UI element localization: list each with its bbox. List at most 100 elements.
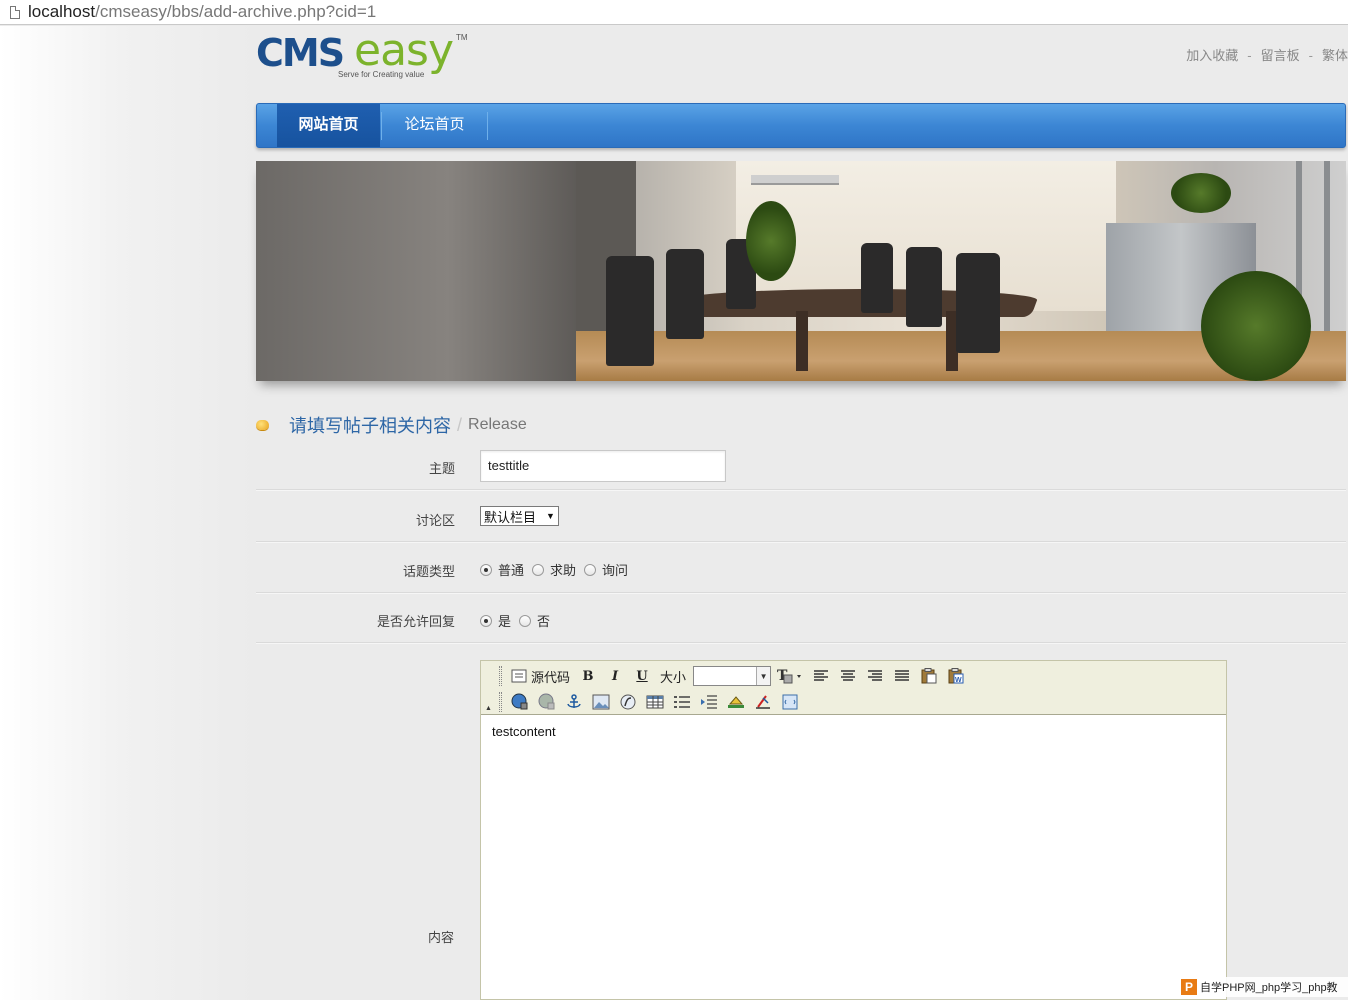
banner-table-leg (796, 311, 808, 371)
bold-button[interactable]: B (577, 665, 599, 687)
editor-content-area[interactable]: testcontent (481, 716, 1226, 999)
site-logo[interactable]: CMS easy TM Serve for Creating value (256, 29, 471, 83)
align-left-icon (814, 670, 829, 681)
banner-plant (1201, 271, 1311, 381)
section-title: 请填写帖子相关内容 (289, 416, 451, 436)
banner-chair (666, 249, 704, 339)
allow-reply-option-yes[interactable]: 是 (480, 611, 511, 630)
flash-button[interactable] (617, 691, 639, 713)
radio-label: 询问 (602, 563, 629, 578)
radio-label: 普通 (498, 563, 525, 578)
flash-icon (620, 694, 636, 710)
align-right-icon (868, 670, 883, 681)
forum-select[interactable]: 默认栏目 ▼ (480, 506, 559, 526)
text-color-button[interactable]: T (777, 665, 805, 687)
unlink-icon (538, 693, 555, 710)
underline-button[interactable]: U (631, 665, 653, 687)
table-button[interactable] (644, 691, 666, 713)
topic-type-option-normal[interactable]: 普通 (480, 560, 524, 579)
link-icon (511, 693, 528, 710)
banner-lamp (751, 175, 839, 183)
form-row-allow-reply: 是否允许回复 是 否 (256, 594, 1346, 643)
logo-cms: CMS (256, 31, 345, 75)
text-color-icon: T (777, 668, 802, 684)
paste-button[interactable] (918, 665, 940, 687)
indent-icon (701, 695, 717, 709)
dropdown-arrow-icon: ▼ (546, 511, 555, 521)
font-size-label: 大小 (660, 669, 687, 685)
collapse-toolbar-icon[interactable]: ▲ (485, 705, 492, 712)
radio-button[interactable] (584, 563, 597, 576)
fullscreen-icon (782, 694, 798, 710)
link-button[interactable] (509, 691, 531, 713)
nav-divider (487, 112, 488, 140)
table-icon (646, 695, 664, 709)
allow-reply-radios: 是 否 (480, 611, 558, 630)
anchor-button[interactable] (563, 691, 585, 713)
radio-label: 否 (537, 614, 551, 629)
image-button[interactable] (590, 691, 612, 713)
subject-input[interactable]: testtitle (480, 450, 726, 482)
nav-divider (381, 112, 382, 140)
ordered-list-button[interactable] (671, 691, 693, 713)
rich-text-editor: ▲ 源代码 B I U 大小 ▼ T W testcontent (480, 660, 1227, 1000)
anchor-icon (567, 694, 581, 708)
forum-selected: 默认栏目 (484, 509, 537, 525)
banner-image (256, 161, 1346, 381)
remove-format-icon (756, 695, 770, 709)
unlink-button[interactable] (536, 691, 558, 713)
banner-plant (1171, 173, 1231, 213)
justify-button[interactable] (891, 665, 913, 687)
indent-button[interactable] (698, 691, 720, 713)
editor-toolbar: ▲ 源代码 B I U 大小 ▼ T W (481, 661, 1226, 715)
image-icon (592, 694, 610, 710)
bookmark-link[interactable]: 加入收藏 (1186, 48, 1238, 63)
ordered-list-icon (674, 696, 690, 708)
separator: - (1247, 48, 1252, 63)
svg-text:W: W (955, 677, 962, 684)
address-bar[interactable]: localhost/cmseasy/bbs/add-archive.php?ci… (0, 0, 1348, 25)
dropdown-arrow-icon: ▼ (756, 667, 771, 685)
topic-type-label: 话题类型 (402, 564, 455, 579)
align-center-button[interactable] (837, 665, 859, 687)
banner-chair (861, 243, 893, 313)
radio-button[interactable] (480, 563, 492, 576)
radio-button[interactable] (519, 614, 532, 627)
topic-type-option-ask[interactable]: 询问 (584, 560, 628, 579)
italic-button[interactable]: I (604, 665, 626, 687)
justify-icon (895, 670, 910, 681)
toolbar-grip (499, 692, 502, 712)
remove-format-button[interactable] (752, 691, 774, 713)
url-text[interactable]: localhost/cmseasy/bbs/add-archive.php?ci… (28, 2, 376, 22)
fullscreen-button[interactable] (779, 691, 801, 713)
banner-chair (906, 247, 942, 327)
banner-wall (256, 161, 576, 381)
banner-chair (606, 256, 654, 366)
toolbar-row-1: 源代码 B I U 大小 ▼ T W (509, 664, 972, 688)
banner-chair (956, 253, 1000, 353)
nav-item-home[interactable]: 网站首页 (277, 104, 380, 147)
paste-word-button[interactable]: W (945, 665, 967, 687)
align-left-button[interactable] (810, 665, 832, 687)
logo-easy: easy (354, 25, 454, 76)
main-nav: 网站首页 论坛首页 (256, 103, 1346, 148)
topic-type-option-help[interactable]: 求助 (532, 560, 576, 579)
font-size-select[interactable]: ▼ (693, 666, 772, 686)
radio-button[interactable] (532, 563, 545, 576)
nav-item-forum[interactable]: 论坛首页 (383, 104, 486, 147)
guestbook-link[interactable]: 留言板 (1261, 48, 1300, 63)
paste-icon (921, 668, 937, 684)
horizontal-rule-icon (728, 696, 744, 708)
source-button[interactable]: 源代码 (509, 665, 572, 687)
bullet-icon (256, 420, 269, 430)
separator: - (1308, 48, 1313, 63)
align-right-button[interactable] (864, 665, 886, 687)
url-host: localhost (28, 2, 96, 21)
allow-reply-option-no[interactable]: 否 (519, 611, 550, 630)
logo-tm: TM (456, 33, 468, 42)
hr-button[interactable] (725, 691, 747, 713)
toolbar-grip (499, 666, 502, 686)
radio-label: 求助 (550, 563, 577, 578)
traditional-chinese-link[interactable]: 繁体 (1322, 48, 1348, 63)
radio-button[interactable] (480, 614, 492, 627)
